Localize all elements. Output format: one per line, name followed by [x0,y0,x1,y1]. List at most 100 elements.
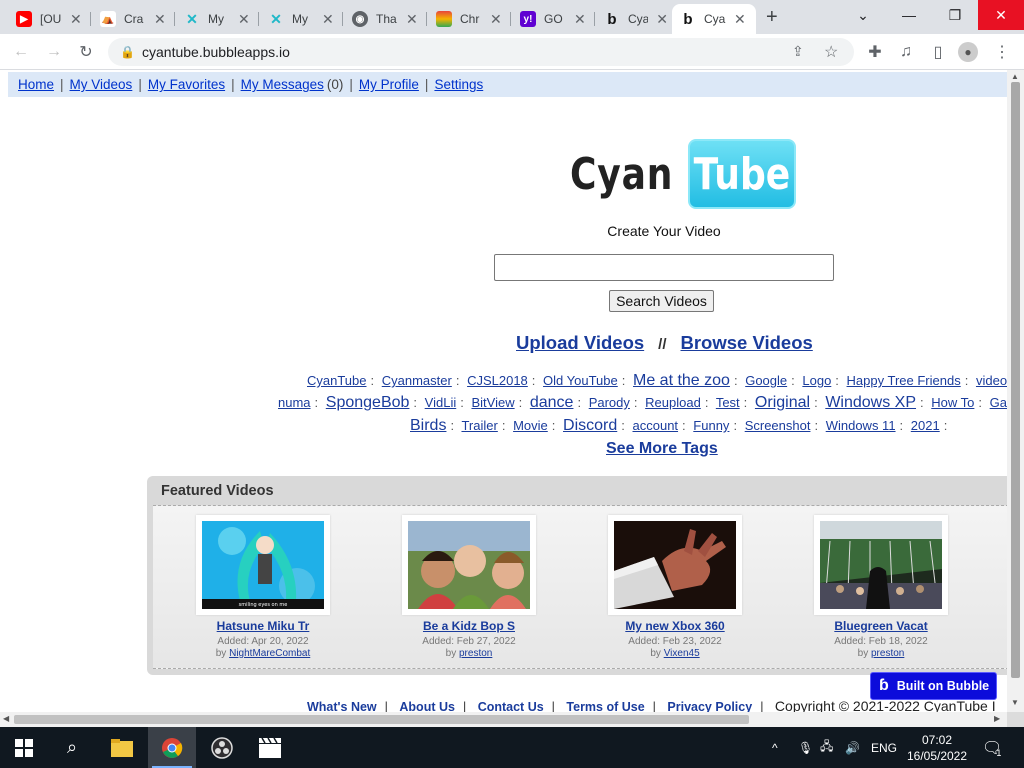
tag-link[interactable]: Test [716,395,740,410]
new-tab-button[interactable]: + [766,6,778,29]
close-icon[interactable]: ✕ [734,11,746,28]
close-icon[interactable]: ✕ [490,11,502,28]
notification-center-icon[interactable]: 🗨 1 [982,727,1002,768]
tag-link[interactable]: Reupload [645,395,701,410]
microphone-icon[interactable]: 🎙 [798,727,813,768]
video-thumbnail-frame[interactable]: smiling eyes on me [196,515,330,615]
nav-my-profile-link[interactable]: My Profile [359,77,419,92]
file-explorer-icon[interactable] [98,727,146,768]
tab[interactable]: ⛺ Cra ✕ [92,4,175,34]
author-link[interactable]: preston [459,648,492,659]
restore-button[interactable]: ❐ [932,0,978,30]
forward-icon[interactable]: → [43,42,65,62]
video-title-link[interactable]: Hatsune Miku Tr [163,619,363,633]
tag-link[interactable]: Birds [410,417,446,434]
windows-start-icon[interactable] [0,727,48,768]
tag-link[interactable]: Gaming [990,395,1007,410]
search-videos-button[interactable]: Search Videos [609,290,714,312]
language-indicator[interactable]: ENG [871,727,897,768]
tag-link[interactable]: BitView [471,395,514,410]
tag-link[interactable]: Movie [513,418,548,433]
tab[interactable]: y! GO ✕ [512,4,595,34]
tag-link[interactable]: dance [530,394,574,411]
close-icon[interactable]: ✕ [70,11,82,28]
url-text[interactable]: cyantube.bubbleapps.io [142,44,290,60]
video-title-link[interactable]: My new Xbox 360 [575,619,775,633]
tag-link[interactable]: Discord [563,417,617,434]
tag-link[interactable]: Parody [589,395,630,410]
close-icon[interactable]: ✕ [238,11,250,28]
tag-link[interactable]: 2021 [911,418,940,433]
tag-link[interactable]: Me at the zoo [633,372,730,389]
profile-avatar-icon[interactable]: ● [958,42,978,62]
tag-link[interactable]: Windows 11 [826,418,896,433]
scroll-right-arrow-icon[interactable]: ▶ [994,714,1000,723]
tab-active[interactable]: b Cya ✕ [672,4,756,34]
share-icon[interactable]: ⇪ [792,43,804,60]
tab[interactable]: Chr ✕ [428,4,511,34]
close-icon[interactable]: ✕ [406,11,418,28]
built-on-bubble-badge[interactable]: ɓ Built on Bubble [870,672,997,700]
tag-link[interactable]: Original [755,394,810,411]
tag-link[interactable]: Trailer [461,418,497,433]
tag-link[interactable]: Cyanmaster [382,373,452,388]
show-hidden-icons-chevron-icon[interactable]: ^ [772,727,778,768]
close-icon[interactable]: ✕ [656,11,668,28]
footer-about-link[interactable]: About Us [399,700,455,712]
side-panel-icon[interactable]: ▯ [927,42,949,62]
tag-link[interactable]: Logo [802,373,831,388]
tab[interactable]: ▶ [OU ✕ [8,4,91,34]
footer-terms-link[interactable]: Terms of Use [566,700,644,712]
tag-link[interactable]: Google [745,373,787,388]
nav-my-messages-link[interactable]: My Messages [241,77,324,92]
cyantube-logo[interactable]: Cyan Tube [570,138,796,210]
tag-link[interactable]: Old YouTube [543,373,618,388]
nav-my-videos-link[interactable]: My Videos [70,77,133,92]
footer-whats-new-link[interactable]: What's New [307,700,377,712]
close-icon[interactable]: ✕ [154,11,166,28]
scroll-down-arrow-icon[interactable]: ▼ [1011,698,1019,707]
tab[interactable]: ✕ My ✕ [176,4,259,34]
author-link[interactable]: preston [871,648,904,659]
tag-link[interactable]: Screenshot [745,418,811,433]
author-link[interactable]: NightMareCombat [229,648,310,659]
vertical-scroll-thumb[interactable] [1011,82,1020,678]
tab[interactable]: b Cya ✕ [596,4,676,34]
taskbar-clock[interactable]: 07:02 16/05/2022 [906,732,968,764]
tag-link[interactable]: How To [931,395,974,410]
tag-link[interactable]: video [976,373,1007,388]
close-icon[interactable]: ✕ [574,11,586,28]
tag-link[interactable]: account [633,418,679,433]
tag-link[interactable]: Funny [693,418,729,433]
extensions-icon[interactable]: ✚ [864,42,886,62]
close-window-button[interactable]: ✕ [978,0,1024,30]
chrome-icon[interactable] [148,727,196,768]
tab[interactable]: ◉ Tha ✕ [344,4,427,34]
bookmark-star-icon[interactable]: ☆ [824,42,838,62]
media-control-icon[interactable]: ♫ [895,42,917,62]
nav-my-favorites-link[interactable]: My Favorites [148,77,225,92]
tag-link[interactable]: CJSL2018 [467,373,528,388]
nav-home-link[interactable]: Home [18,77,54,92]
upload-videos-link[interactable]: Upload Videos [516,332,644,354]
author-link[interactable]: Vixen45 [664,648,700,659]
scroll-up-arrow-icon[interactable]: ▲ [1011,72,1019,81]
volume-icon[interactable]: 🔊 [845,727,860,768]
menu-kebab-icon[interactable]: ⋮ [991,42,1013,62]
vertical-scrollbar[interactable]: ▲ ▼ [1007,70,1024,712]
search-input[interactable] [494,254,834,281]
address-bar[interactable]: 🔒 cyantube.bubbleapps.io ⇪ ☆ [108,38,854,66]
tag-link[interactable]: Windows XP [825,394,916,411]
horizontal-scrollbar[interactable]: ◀ ▶ [0,712,1007,727]
see-more-tags-link[interactable]: See More Tags [606,440,718,458]
close-icon[interactable]: ✕ [322,11,334,28]
tag-link[interactable]: Happy Tree Friends [847,373,961,388]
obs-icon[interactable] [198,727,246,768]
browse-videos-link[interactable]: Browse Videos [681,332,813,354]
video-thumbnail-frame[interactable] [814,515,948,615]
back-icon[interactable]: ← [10,42,32,62]
tab[interactable]: ✕ My ✕ [260,4,343,34]
tag-link[interactable]: numa [278,395,311,410]
tag-link[interactable]: CyanTube [307,373,367,388]
minimize-button[interactable]: — [886,0,932,30]
